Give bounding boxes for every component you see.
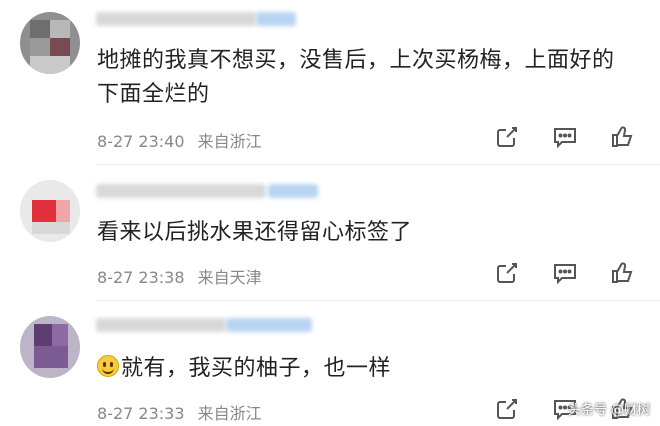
username-blurred[interactable] [96,12,256,26]
comment-meta: 8-27 23:38 来自天津 [97,264,270,288]
comment-meta: 8-27 23:33 来自浙江 [97,400,270,424]
divider [96,300,660,301]
comment-actions [480,260,660,290]
share-icon[interactable] [494,260,520,286]
like-icon[interactable] [610,124,636,150]
comment-text: 地摊的我真不想买，没售后，上次买杨梅，上面好的 下面全烂的 [97,48,615,107]
comment-time: 8-27 23:38 [97,268,185,287]
avatar[interactable] [20,180,80,242]
comment-time: 8-27 23:40 [97,132,185,151]
avatar[interactable] [20,316,80,378]
comment-actions [480,124,660,154]
comment-text: 就有，我买的柚子，也一样 [97,352,642,386]
share-icon[interactable] [494,396,520,422]
comment-time: 8-27 23:33 [97,404,185,423]
comment-item: 看来以后挑水果还得留心标签了 8-27 23:38 来自天津 [0,168,660,300]
username-blurred[interactable] [96,184,266,198]
username-blurred[interactable] [96,318,226,332]
like-icon[interactable] [610,260,636,286]
divider [96,164,660,165]
watermark: 头条号 @财树 [567,403,650,418]
comment-item: 地摊的我真不想买，没售后，上次买杨梅，上面好的 下面全烂的 8-27 23:40… [0,0,660,162]
comment-location: 来自浙江 [197,404,262,423]
user-badge-blurred [226,318,312,332]
comment-meta: 8-27 23:40 来自浙江 [97,128,270,152]
comment-icon[interactable] [552,124,578,150]
avatar[interactable] [20,12,80,74]
comment-icon[interactable] [552,260,578,286]
user-badge-blurred [268,184,318,198]
share-icon[interactable] [494,124,520,150]
comment-location: 来自浙江 [197,132,262,151]
comment-text: 看来以后挑水果还得留心标签了 [97,220,413,245]
comment-location: 来自天津 [197,268,262,287]
smiley-emoji-icon [97,355,119,377]
user-badge-blurred [256,12,296,26]
comment-item: 就有，我买的柚子，也一样 8-27 23:33 来自浙江 [0,304,660,426]
